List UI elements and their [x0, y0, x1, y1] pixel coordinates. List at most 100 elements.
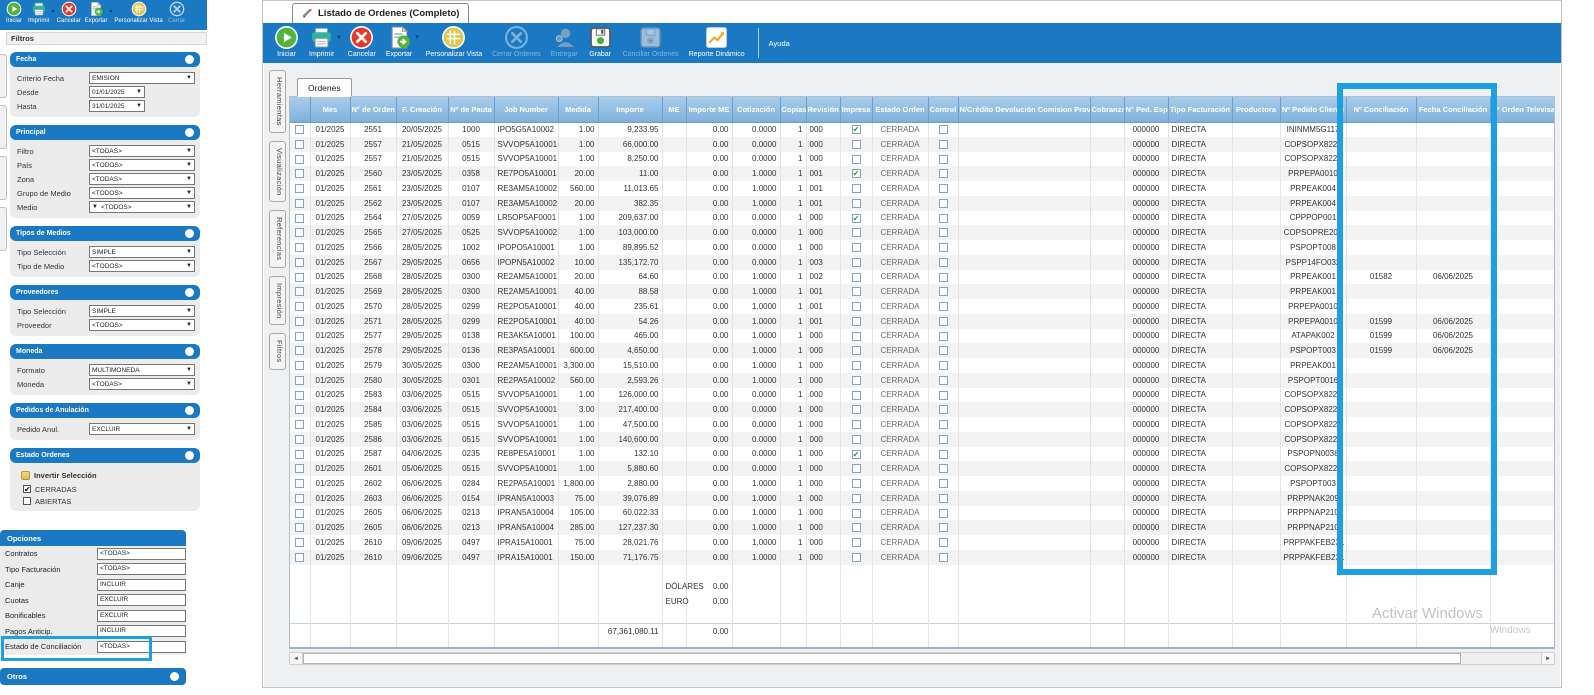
invert-selection-control[interactable]: Invertir Selección — [21, 469, 197, 482]
control-checkbox[interactable] — [939, 435, 948, 444]
scroll-left-arrow-icon[interactable]: ◄ — [290, 653, 303, 664]
control-checkbox[interactable] — [939, 302, 948, 311]
column-header-control[interactable]: Control — [928, 97, 958, 122]
chevron-down-icon[interactable]: ▼ — [186, 162, 192, 168]
column-header-cotizaci-n[interactable]: Cotización — [732, 97, 780, 122]
control-checkbox[interactable] — [939, 155, 948, 164]
side-tab-visualizaci-n[interactable]: Visualización — [269, 141, 286, 203]
select-pedido-anul[interactable]: EXCLUIR▼ — [89, 423, 195, 435]
select-tipo-selecci-n[interactable]: SIMPLE▼ — [89, 246, 195, 258]
opciones-header[interactable]: Opciones — [0, 530, 186, 546]
row-select-checkbox[interactable] — [295, 523, 304, 532]
row-select-checkbox[interactable] — [295, 258, 304, 267]
column-header-n-pedido-cliente[interactable]: Nº Pedido Cliente — [1280, 97, 1346, 122]
column-header-n-orden-televisa[interactable]: Nº Orden Televisa — [1490, 97, 1554, 122]
impresa-checkbox[interactable] — [852, 199, 861, 208]
column-header-job-number[interactable]: Job Number — [494, 97, 558, 122]
section-header[interactable]: Principal — [10, 125, 200, 140]
control-checkbox[interactable] — [939, 273, 948, 282]
section-toggle-icon[interactable] — [170, 672, 179, 681]
control-checkbox[interactable] — [939, 420, 948, 429]
control-checkbox[interactable] — [939, 361, 948, 370]
row-select-checkbox[interactable] — [295, 155, 304, 164]
ayuda-button[interactable]: Ayuda — [769, 39, 790, 48]
row-select-checkbox[interactable] — [295, 346, 304, 355]
chevron-down-icon[interactable]: ▼ — [136, 89, 142, 95]
row-select-checkbox[interactable] — [295, 332, 304, 341]
side-tab-filtros[interactable]: Filtros — [269, 333, 286, 370]
cerrar-ordenes-button[interactable]: Cerrar Ordenes — [487, 25, 546, 61]
input-canje[interactable]: INCLUIR — [97, 579, 186, 591]
impresa-checkbox[interactable] — [852, 376, 861, 385]
control-checkbox[interactable] — [939, 523, 948, 532]
column-header-n-conciliaci-n[interactable]: Nº Conciliación — [1346, 97, 1416, 122]
section-toggle-icon[interactable] — [185, 451, 194, 460]
control-checkbox[interactable] — [939, 228, 948, 237]
select-desde[interactable]: 01/01/2025▼ — [89, 86, 145, 98]
control-checkbox[interactable] — [939, 169, 948, 178]
input-bonificables[interactable]: EXCLUIR — [97, 610, 186, 622]
chevron-down-icon[interactable]: ▼ — [92, 204, 98, 210]
column-header-tipo-facturaci-n[interactable]: Tipo Facturación — [1168, 97, 1232, 122]
cerrar-button[interactable]: Cerrar — [165, 1, 189, 24]
column-header-productora[interactable]: Productora — [1232, 97, 1280, 122]
checkbox-cerradas[interactable]: ✔ — [23, 485, 31, 493]
select-tipo-selecci-n[interactable]: SIMPLE▼ — [89, 305, 195, 317]
side-tab-referencias[interactable]: Referencias — [269, 210, 286, 267]
column-header-importe-me[interactable]: Importe ME — [686, 97, 732, 122]
control-checkbox[interactable] — [939, 287, 948, 296]
row-select-checkbox[interactable] — [295, 494, 304, 503]
column-header-select[interactable] — [290, 97, 310, 122]
select-pa-s[interactable]: <TODOS>▼ — [89, 159, 195, 171]
impresa-checkbox[interactable] — [852, 302, 861, 311]
control-checkbox[interactable] — [939, 317, 948, 326]
control-checkbox[interactable] — [939, 538, 948, 547]
column-header-cobranza[interactable]: Cobranza — [1090, 97, 1124, 122]
column-header-n-de-pauta[interactable]: Nº de Pauta — [448, 97, 494, 122]
select-criterio-fecha[interactable]: EMISIÓN▼ — [89, 72, 195, 84]
control-checkbox[interactable] — [939, 405, 948, 414]
grabar-button[interactable]: Grabar — [583, 25, 618, 61]
input-contratos[interactable]: <TODAS> — [97, 548, 186, 560]
impresa-checkbox[interactable] — [852, 258, 861, 267]
row-select-checkbox[interactable] — [295, 435, 304, 444]
exportar-button[interactable]: Exportar — [381, 25, 417, 61]
dropdown-arrow-icon[interactable]: ▾ — [337, 33, 341, 41]
select-hasta[interactable]: 31/01/2025▼ — [89, 100, 145, 112]
column-header-mes[interactable]: Mes — [310, 97, 350, 122]
select-moneda[interactable]: <TODAS>▼ — [89, 378, 195, 390]
impresa-checkbox[interactable] — [852, 140, 861, 149]
row-select-checkbox[interactable] — [295, 184, 304, 193]
impresa-checkbox[interactable] — [852, 317, 861, 326]
control-checkbox[interactable] — [939, 199, 948, 208]
chevron-down-icon[interactable]: ▼ — [186, 75, 192, 81]
impresa-checkbox[interactable] — [852, 405, 861, 414]
impresa-checkbox[interactable]: ✔ — [852, 169, 861, 178]
control-checkbox[interactable] — [939, 243, 948, 252]
impresa-checkbox[interactable] — [852, 332, 861, 341]
select-grupo-de-medio[interactable]: <TODOS>▼ — [89, 187, 195, 199]
row-select-checkbox[interactable] — [295, 302, 304, 311]
impresa-checkbox[interactable]: ✔ — [852, 450, 861, 459]
row-select-checkbox[interactable] — [295, 361, 304, 370]
row-select-checkbox[interactable] — [295, 376, 304, 385]
column-header-fecha-conciliaci-n[interactable]: Fecha Conciliación — [1416, 97, 1490, 122]
row-select-checkbox[interactable] — [295, 243, 304, 252]
dropdown-arrow-icon[interactable]: ▾ — [415, 33, 419, 41]
section-header[interactable]: Tipos de Medios — [10, 226, 200, 241]
column-header-medida[interactable]: Medida — [558, 97, 598, 122]
control-checkbox[interactable] — [939, 509, 948, 518]
impresa-checkbox[interactable] — [852, 523, 861, 532]
chevron-down-icon[interactable]: ▼ — [186, 204, 192, 210]
control-checkbox[interactable] — [939, 184, 948, 193]
side-tab-herramientas[interactable]: Herramientas — [269, 70, 286, 133]
control-checkbox[interactable] — [939, 376, 948, 385]
impresa-checkbox[interactable] — [852, 435, 861, 444]
row-select-checkbox[interactable] — [295, 553, 304, 562]
chevron-down-icon[interactable]: ▼ — [186, 322, 192, 328]
reporte-dinamico-button[interactable]: Reporte Dinámico — [684, 25, 750, 61]
impresa-checkbox[interactable] — [852, 155, 861, 164]
section-toggle-icon[interactable] — [185, 128, 194, 137]
control-checkbox[interactable] — [939, 391, 948, 400]
side-tab-impresi-n[interactable]: Impresión — [269, 276, 286, 326]
